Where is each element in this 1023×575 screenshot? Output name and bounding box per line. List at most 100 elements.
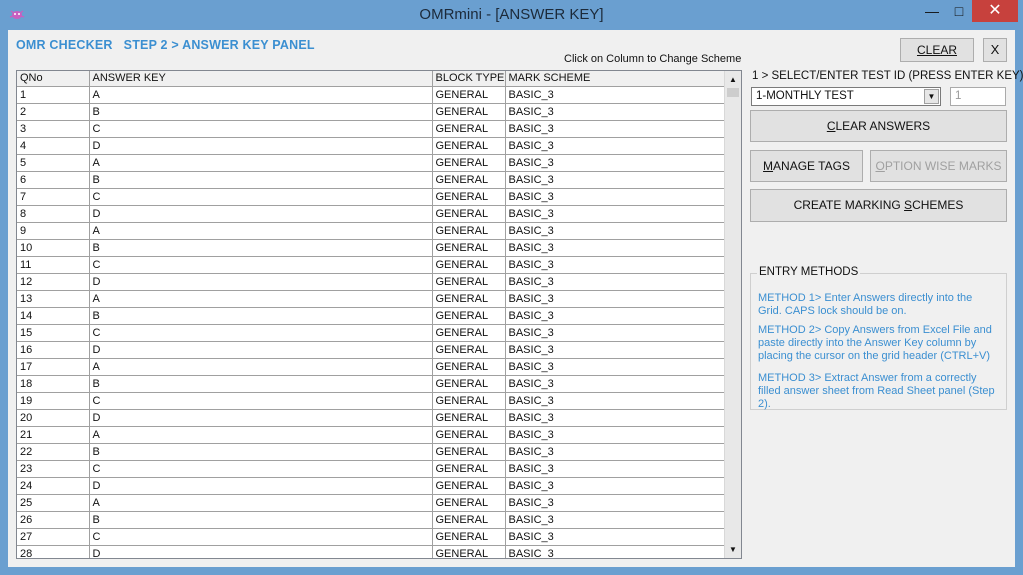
cell-block-type[interactable]: GENERAL xyxy=(432,205,506,223)
cell-answer-key[interactable]: B xyxy=(89,171,433,189)
cell-qno[interactable]: 17 xyxy=(17,358,90,376)
cell-qno[interactable]: 18 xyxy=(17,375,90,393)
cell-mark-scheme[interactable]: BASIC_3 xyxy=(505,443,726,461)
cell-qno[interactable]: 25 xyxy=(17,494,90,512)
table-row[interactable]: 15 C GENERAL BASIC_3 xyxy=(17,324,726,342)
cell-mark-scheme[interactable]: BASIC_3 xyxy=(505,86,726,104)
cell-mark-scheme[interactable]: BASIC_3 xyxy=(505,239,726,257)
cell-block-type[interactable]: GENERAL xyxy=(432,290,506,308)
cell-answer-key[interactable]: B xyxy=(89,511,433,529)
cell-qno[interactable]: 1 xyxy=(17,86,90,104)
cell-mark-scheme[interactable]: BASIC_3 xyxy=(505,358,726,376)
cell-block-type[interactable]: GENERAL xyxy=(432,137,506,155)
grid-scrollbar[interactable]: ▲ ▼ xyxy=(724,71,741,558)
table-row[interactable]: 27 C GENERAL BASIC_3 xyxy=(17,528,726,546)
col-header-block-type[interactable]: BLOCK TYPE xyxy=(432,71,506,87)
test-id-input[interactable]: 1 xyxy=(950,87,1006,106)
cell-qno[interactable]: 24 xyxy=(17,477,90,495)
cell-mark-scheme[interactable]: BASIC_3 xyxy=(505,528,726,546)
table-row[interactable]: 24 D GENERAL BASIC_3 xyxy=(17,477,726,495)
cell-block-type[interactable]: GENERAL xyxy=(432,545,506,558)
cell-block-type[interactable]: GENERAL xyxy=(432,256,506,274)
cell-qno[interactable]: 26 xyxy=(17,511,90,529)
table-row[interactable]: 4 D GENERAL BASIC_3 xyxy=(17,137,726,155)
cell-block-type[interactable]: GENERAL xyxy=(432,477,506,495)
cell-answer-key[interactable]: C xyxy=(89,460,433,478)
cell-answer-key[interactable]: B xyxy=(89,375,433,393)
cell-mark-scheme[interactable]: BASIC_3 xyxy=(505,273,726,291)
cell-answer-key[interactable]: D xyxy=(89,205,433,223)
cell-answer-key[interactable]: A xyxy=(89,86,433,104)
cell-mark-scheme[interactable]: BASIC_3 xyxy=(505,545,726,558)
table-row[interactable]: 10 B GENERAL BASIC_3 xyxy=(17,239,726,257)
cell-answer-key[interactable]: D xyxy=(89,341,433,359)
cell-block-type[interactable]: GENERAL xyxy=(432,188,506,206)
cell-answer-key[interactable]: C xyxy=(89,528,433,546)
table-row[interactable]: 3 C GENERAL BASIC_3 xyxy=(17,120,726,138)
cell-answer-key[interactable]: B xyxy=(89,103,433,121)
cell-qno[interactable]: 4 xyxy=(17,137,90,155)
cell-answer-key[interactable]: C xyxy=(89,120,433,138)
table-row[interactable]: 5 A GENERAL BASIC_3 xyxy=(17,154,726,172)
answer-key-grid[interactable]: QNo ANSWER KEY BLOCK TYPE MARK SCHEME 1A… xyxy=(16,70,742,559)
cell-block-type[interactable]: GENERAL xyxy=(432,511,506,529)
cell-mark-scheme[interactable]: BASIC_3 xyxy=(505,103,726,121)
cell-mark-scheme[interactable]: BASIC_3 xyxy=(505,494,726,512)
cell-block-type[interactable]: GENERAL xyxy=(432,103,506,121)
cell-mark-scheme[interactable]: BASIC_3 xyxy=(505,222,726,240)
col-header-answer-key[interactable]: ANSWER KEY xyxy=(89,71,433,87)
cell-qno[interactable]: 15 xyxy=(17,324,90,342)
table-row[interactable]: 2 B GENERAL BASIC_3 xyxy=(17,103,726,121)
cell-answer-key[interactable]: D xyxy=(89,137,433,155)
cell-mark-scheme[interactable]: BASIC_3 xyxy=(505,188,726,206)
cell-block-type[interactable]: GENERAL xyxy=(432,426,506,444)
cell-answer-key[interactable]: D xyxy=(89,273,433,291)
cell-qno[interactable]: 5 xyxy=(17,154,90,172)
table-row[interactable]: 14 B GENERAL BASIC_3 xyxy=(17,307,726,325)
clear-answers-button[interactable]: CLEAR ANSWERS xyxy=(750,110,1007,142)
option-wise-marks-button[interactable]: OPTION WISE MARKS xyxy=(870,150,1007,182)
cell-block-type[interactable]: GENERAL xyxy=(432,392,506,410)
table-row[interactable]: 12 D GENERAL BASIC_3 xyxy=(17,273,726,291)
clear-button[interactable]: CLEAR xyxy=(900,38,974,62)
cell-qno[interactable]: 20 xyxy=(17,409,90,427)
cell-qno[interactable]: 12 xyxy=(17,273,90,291)
table-row[interactable]: 20 D GENERAL BASIC_3 xyxy=(17,409,726,427)
table-row[interactable]: 26 B GENERAL BASIC_3 xyxy=(17,511,726,529)
table-row[interactable]: 11 C GENERAL BASIC_3 xyxy=(17,256,726,274)
cell-answer-key[interactable]: D xyxy=(89,409,433,427)
table-row[interactable]: 6 B GENERAL BASIC_3 xyxy=(17,171,726,189)
table-row[interactable]: 7 C GENERAL BASIC_3 xyxy=(17,188,726,206)
cell-qno[interactable]: 16 xyxy=(17,341,90,359)
table-row[interactable]: 8 D GENERAL BASIC_3 xyxy=(17,205,726,223)
cell-qno[interactable]: 3 xyxy=(17,120,90,138)
cell-qno[interactable]: 19 xyxy=(17,392,90,410)
table-row[interactable]: 9 A GENERAL BASIC_3 xyxy=(17,222,726,240)
cell-mark-scheme[interactable]: BASIC_3 xyxy=(505,460,726,478)
cell-mark-scheme[interactable]: BASIC_3 xyxy=(505,307,726,325)
cell-qno[interactable]: 27 xyxy=(17,528,90,546)
cell-mark-scheme[interactable]: BASIC_3 xyxy=(505,205,726,223)
table-row[interactable]: 21 A GENERAL BASIC_3 xyxy=(17,426,726,444)
create-marking-schemes-button[interactable]: CREATE MARKING SCHEMES xyxy=(750,189,1007,222)
table-row[interactable]: 16 D GENERAL BASIC_3 xyxy=(17,341,726,359)
col-header-qno[interactable]: QNo xyxy=(17,71,90,87)
cell-answer-key[interactable]: B xyxy=(89,239,433,257)
cell-mark-scheme[interactable]: BASIC_3 xyxy=(505,477,726,495)
col-header-mark-scheme[interactable]: MARK SCHEME xyxy=(505,71,726,87)
cell-block-type[interactable]: GENERAL xyxy=(432,171,506,189)
cell-qno[interactable]: 23 xyxy=(17,460,90,478)
minimize-button[interactable]: — xyxy=(918,0,946,22)
cell-block-type[interactable]: GENERAL xyxy=(432,494,506,512)
cell-qno[interactable]: 14 xyxy=(17,307,90,325)
cell-mark-scheme[interactable]: BASIC_3 xyxy=(505,392,726,410)
table-row[interactable]: 22 B GENERAL BASIC_3 xyxy=(17,443,726,461)
close-panel-button[interactable]: X xyxy=(983,38,1007,62)
cell-answer-key[interactable]: A xyxy=(89,222,433,240)
cell-mark-scheme[interactable]: BASIC_3 xyxy=(505,137,726,155)
cell-mark-scheme[interactable]: BASIC_3 xyxy=(505,120,726,138)
table-row[interactable]: 19 C GENERAL BASIC_3 xyxy=(17,392,726,410)
cell-mark-scheme[interactable]: BASIC_3 xyxy=(505,290,726,308)
cell-mark-scheme[interactable]: BASIC_3 xyxy=(505,256,726,274)
test-select[interactable]: 1-MONTHLY TEST ▼ xyxy=(751,87,941,106)
